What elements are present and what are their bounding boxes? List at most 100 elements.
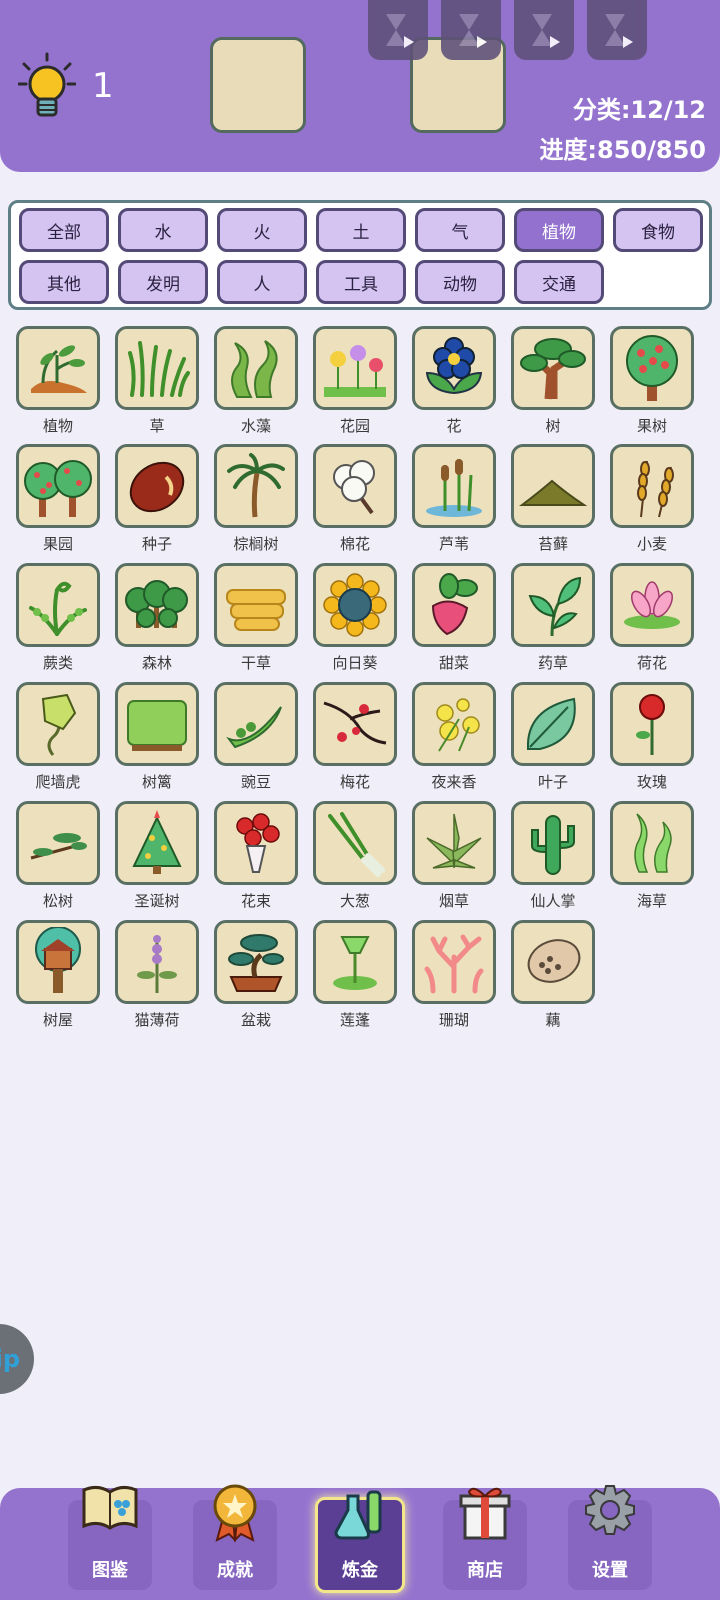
nav-label: 商店 (467, 1560, 503, 1581)
moss-icon (519, 479, 588, 506)
item-name: 盆栽 (240, 1011, 271, 1029)
nav-achievements[interactable]: 成就 (193, 1484, 277, 1590)
filter-transport[interactable]: 交通 (514, 260, 604, 304)
item-name: 花园 (339, 417, 370, 435)
item-card[interactable]: 大葱 (311, 801, 399, 911)
item-name: 水藻 (240, 417, 271, 435)
medal-icon (213, 1484, 257, 1542)
item-card[interactable]: 莲蓬 (311, 920, 399, 1030)
item-card[interactable]: 苔藓 (509, 444, 597, 554)
item-card[interactable]: 藕 (509, 920, 597, 1030)
seed-icon (129, 461, 185, 513)
night-jasmine-icon (436, 698, 480, 752)
filter-water[interactable]: 水 (118, 208, 208, 252)
item-card[interactable]: 松树 (14, 801, 102, 911)
item-card[interactable]: 果园 (14, 444, 102, 554)
item-card[interactable]: 棕榈树 (212, 444, 300, 554)
filter-human[interactable]: 人 (217, 260, 307, 304)
gift-icon (459, 1487, 511, 1540)
filter-all[interactable]: 全部 (19, 208, 109, 252)
item-card[interactable]: 海草 (608, 801, 696, 911)
item-name: 烟草 (438, 892, 469, 910)
item-card[interactable]: 叶子 (509, 682, 597, 792)
filter-food[interactable]: 食物 (613, 208, 703, 252)
item-card[interactable]: 小麦 (608, 444, 696, 554)
header-bar: 1 分类:12/12 进度:850/850 (0, 0, 720, 172)
filter-other[interactable]: 其他 (19, 260, 109, 304)
item-name: 苔藓 (537, 535, 568, 553)
item-name: 树屋 (42, 1011, 73, 1029)
plum-blossom-icon (323, 701, 387, 745)
hourglass-video-button[interactable] (587, 0, 647, 60)
progress-counter: 进度:850/850 (539, 136, 706, 164)
item-card[interactable]: 荷花 (608, 563, 696, 673)
hourglass-video-button[interactable] (368, 0, 428, 60)
item-card[interactable]: 向日葵 (311, 563, 399, 673)
hourglass-icon (459, 14, 487, 48)
hourglass-video-button[interactable] (514, 0, 574, 60)
filter-earth[interactable]: 土 (316, 208, 406, 252)
combine-slot-1[interactable] (210, 37, 306, 133)
item-card[interactable]: 仙人掌 (509, 801, 597, 911)
filter-tool[interactable]: 工具 (316, 260, 406, 304)
item-card[interactable]: 植物 (14, 326, 102, 436)
item-card[interactable]: 珊瑚 (410, 920, 498, 1030)
pea-icon (226, 706, 282, 749)
item-name: 大葱 (339, 892, 370, 910)
item-card[interactable]: 蕨类 (14, 563, 102, 673)
item-name: 松树 (42, 892, 73, 910)
item-name: 小麦 (636, 535, 667, 553)
item-card[interactable]: 果树 (608, 326, 696, 436)
grass-icon (128, 341, 190, 397)
item-card[interactable]: 花 (410, 326, 498, 436)
wheat-icon (637, 460, 674, 518)
item-card[interactable]: 夜来香 (410, 682, 498, 792)
item-card[interactable]: 森林 (113, 563, 201, 673)
nav-label: 设置 (592, 1560, 628, 1581)
item-card[interactable]: 花园 (311, 326, 399, 436)
item-card[interactable]: 梅花 (311, 682, 399, 792)
hourglass-video-button[interactable] (441, 0, 501, 60)
scallion-icon (328, 812, 385, 877)
item-card[interactable]: 草 (113, 326, 201, 436)
item-card[interactable]: 花束 (212, 801, 300, 911)
item-card[interactable]: 种子 (113, 444, 201, 554)
item-card[interactable]: 甜菜 (410, 563, 498, 673)
item-card[interactable]: 烟草 (410, 801, 498, 911)
item-card[interactable]: 树篱 (113, 682, 201, 792)
item-card[interactable]: 猫薄荷 (113, 920, 201, 1030)
item-card[interactable]: 树屋 (14, 920, 102, 1030)
item-name: 果树 (636, 417, 667, 435)
nav-alchemy[interactable]: 炼金 (315, 1490, 405, 1593)
hay-icon (226, 589, 286, 631)
forest-icon (125, 580, 188, 628)
flask-icon (334, 1490, 382, 1540)
item-card[interactable]: 水藻 (212, 326, 300, 436)
item-name: 豌豆 (240, 773, 271, 791)
nav-encyclopedia[interactable]: 图鉴 (68, 1485, 152, 1590)
lotus-root-icon (527, 939, 581, 983)
nav-shop[interactable]: 商店 (443, 1487, 527, 1590)
item-card[interactable]: 干草 (212, 563, 300, 673)
nav-settings[interactable]: 设置 (568, 1485, 652, 1590)
item-card[interactable]: 药草 (509, 563, 597, 673)
item-card[interactable]: 玫瑰 (608, 682, 696, 792)
item-card[interactable]: 树 (509, 326, 597, 436)
bouquet-icon (236, 813, 280, 873)
help-button[interactable]: ip (0, 1324, 34, 1394)
item-name: 甜菜 (438, 654, 469, 672)
item-card[interactable]: 豌豆 (212, 682, 300, 792)
item-card[interactable]: 盆栽 (212, 920, 300, 1030)
item-card[interactable]: 芦苇 (410, 444, 498, 554)
item-card[interactable]: 圣诞树 (113, 801, 201, 911)
filter-animal[interactable]: 动物 (415, 260, 505, 304)
lightbulb-icon[interactable] (18, 52, 76, 122)
filter-invention[interactable]: 发明 (118, 260, 208, 304)
item-card[interactable]: 爬墙虎 (14, 682, 102, 792)
filter-plant[interactable]: 植物 (514, 208, 604, 252)
seaweed-icon (634, 813, 672, 873)
filter-fire[interactable]: 火 (217, 208, 307, 252)
item-card[interactable]: 棉花 (311, 444, 399, 554)
filter-air[interactable]: 气 (415, 208, 505, 252)
book-icon (82, 1485, 138, 1530)
